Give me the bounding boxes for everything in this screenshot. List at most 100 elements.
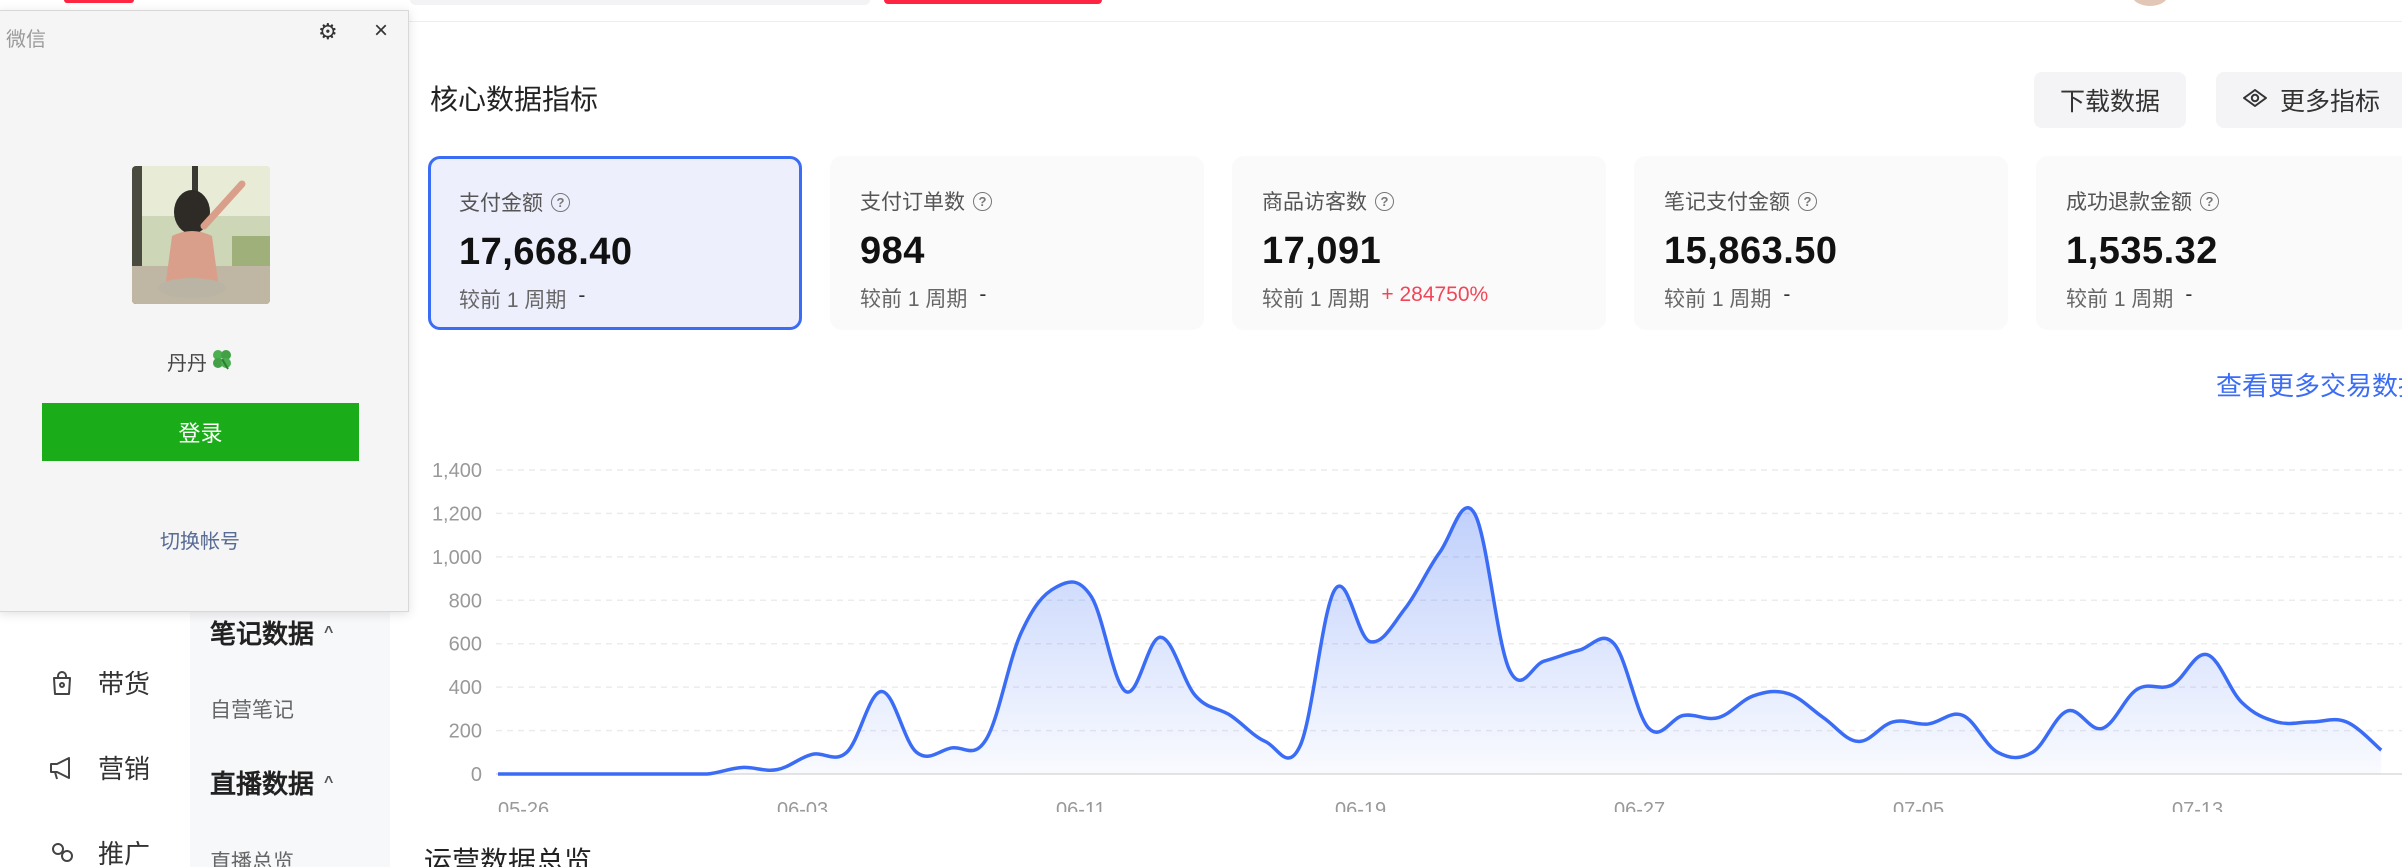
metric-value: 17,668.40 bbox=[459, 231, 633, 273]
metric-card-note-payment[interactable]: 笔记支付金额 ? 15,863.50 较前 1 周期 - bbox=[1634, 156, 2008, 330]
help-icon[interactable]: ? bbox=[551, 192, 570, 212]
data-point bbox=[1960, 712, 1966, 718]
metric-value: 1,535.32 bbox=[2066, 230, 2218, 272]
compare-label: 较前 1 周期 bbox=[860, 288, 968, 311]
metric-card-visitor-count[interactable]: 商品访客数 ? 17,091 较前 1 周期 + 284750% bbox=[1232, 156, 1606, 330]
y-tick-label: 1,400 bbox=[432, 460, 482, 482]
data-point bbox=[2239, 699, 2245, 705]
data-point bbox=[2064, 708, 2070, 714]
switch-account-link[interactable]: 切换帐号 bbox=[0, 525, 400, 554]
sidebar-item-sales[interactable]: 带货 bbox=[48, 664, 150, 701]
help-icon[interactable]: ? bbox=[1375, 191, 1394, 211]
data-point bbox=[914, 749, 920, 755]
user-avatar[interactable] bbox=[2132, 0, 2168, 6]
data-point bbox=[1820, 715, 1826, 721]
x-tick-label: 06-19 bbox=[1335, 799, 1386, 812]
metric-card-refund-amount[interactable]: 成功退款金额 ? 1,535.32 较前 1 周期 - bbox=[2036, 156, 2402, 330]
close-icon[interactable]: × bbox=[374, 17, 388, 45]
y-tick-label: 800 bbox=[449, 590, 482, 612]
metric-card-order-count[interactable]: 支付订单数 ? 984 较前 1 周期 - bbox=[830, 156, 1204, 330]
data-point bbox=[2343, 719, 2349, 725]
user-avatar bbox=[132, 166, 270, 304]
brand-logo[interactable] bbox=[64, 0, 134, 3]
bag-icon bbox=[48, 669, 76, 697]
data-point bbox=[844, 749, 850, 755]
x-tick-label: 06-03 bbox=[777, 799, 828, 812]
metric-label-row: 支付订单数 ? bbox=[860, 186, 1174, 216]
compare-label: 较前 1 周期 bbox=[459, 289, 567, 312]
metric-label: 笔记支付金额 bbox=[1664, 191, 1790, 214]
data-point bbox=[495, 771, 501, 777]
data-point bbox=[1925, 721, 1931, 727]
section-title: 核心数据指标 bbox=[430, 84, 599, 115]
main-content: 核心数据指标 下载数据 更多指标 支付金额 ? 17,668.40 较前 1 周… bbox=[390, 22, 2402, 867]
subnav-item-live-overview[interactable]: 直播总览 bbox=[210, 846, 294, 867]
metric-label-row: 支付金额 ? bbox=[459, 187, 771, 217]
data-point bbox=[1053, 584, 1059, 590]
metric-compare: 较前 1 周期 - bbox=[2066, 283, 2380, 313]
eye-icon bbox=[2242, 86, 2268, 115]
x-tick-label: 05-26 bbox=[498, 799, 549, 812]
more-transaction-data-link[interactable]: 查看更多交易数据 bbox=[2216, 366, 2402, 403]
data-point bbox=[2169, 682, 2175, 688]
y-tick-label: 200 bbox=[449, 721, 482, 743]
data-point bbox=[1716, 715, 1722, 721]
data-point bbox=[2274, 719, 2280, 725]
user-name-text: 丹丹 bbox=[167, 353, 207, 375]
compare-value: - bbox=[578, 284, 586, 307]
data-point bbox=[1088, 593, 1094, 599]
data-point bbox=[1193, 693, 1199, 699]
metric-card-payment-amount[interactable]: 支付金额 ? 17,668.40 较前 1 周期 - bbox=[428, 156, 802, 330]
data-point bbox=[1611, 641, 1617, 647]
data-point bbox=[1402, 606, 1408, 612]
help-icon[interactable]: ? bbox=[973, 191, 992, 211]
data-point bbox=[1995, 749, 2001, 755]
operations-overview-title: 运营数据总览 bbox=[424, 846, 593, 867]
subnav-section-live-data[interactable]: 直播数据 ^ bbox=[210, 764, 333, 801]
settings-gear-icon[interactable]: ⚙ bbox=[318, 19, 338, 45]
login-button[interactable]: 登录 bbox=[42, 403, 359, 461]
more-metrics-button[interactable]: 更多指标 bbox=[2216, 72, 2402, 128]
data-point bbox=[1751, 693, 1757, 699]
metric-label: 成功退款金额 bbox=[2066, 191, 2192, 214]
data-point bbox=[2204, 652, 2210, 658]
subnav-item-own-notes[interactable]: 自营笔记 bbox=[210, 694, 294, 724]
download-data-button[interactable]: 下载数据 bbox=[2034, 72, 2186, 128]
y-tick-label: 600 bbox=[449, 634, 482, 656]
data-point bbox=[1646, 725, 1652, 731]
data-point bbox=[1367, 639, 1373, 645]
data-point bbox=[774, 767, 780, 773]
chevron-up-icon: ^ bbox=[324, 623, 334, 641]
metric-label: 商品访客数 bbox=[1262, 191, 1367, 214]
x-tick-label: 06-27 bbox=[1614, 799, 1665, 812]
subnav-section-label: 笔记数据 bbox=[210, 619, 315, 649]
subnav-section-notes-data[interactable]: 笔记数据 ^ bbox=[210, 614, 333, 651]
x-tick-label: 06-11 bbox=[1056, 799, 1106, 812]
chevron-up-icon: ^ bbox=[324, 773, 334, 791]
data-point bbox=[669, 771, 675, 777]
chart-area bbox=[498, 507, 2382, 774]
sidebar-item-marketing[interactable]: 营销 bbox=[48, 749, 150, 786]
wechat-login-window: 微信 ⚙ × 丹丹 登录 切换帐号 bbox=[0, 10, 409, 612]
data-point bbox=[1785, 691, 1791, 697]
compare-value: - bbox=[979, 283, 987, 306]
compare-label: 较前 1 周期 bbox=[1664, 288, 1772, 311]
data-point bbox=[1681, 712, 1687, 718]
compare-label: 较前 1 周期 bbox=[2066, 288, 2174, 311]
data-point bbox=[565, 771, 571, 777]
data-point bbox=[1541, 658, 1547, 664]
search-input[interactable] bbox=[410, 0, 870, 5]
sidebar-item-label: 推广 bbox=[98, 839, 151, 867]
help-icon[interactable]: ? bbox=[1798, 191, 1817, 211]
data-point bbox=[635, 771, 641, 777]
y-tick-label: 400 bbox=[449, 677, 482, 699]
publish-button[interactable] bbox=[884, 0, 1102, 4]
metric-label-row: 商品访客数 ? bbox=[1262, 186, 1576, 216]
help-icon[interactable]: ? bbox=[2200, 191, 2219, 211]
metric-compare: 较前 1 周期 + 284750% bbox=[1262, 283, 1576, 313]
compare-value: - bbox=[2185, 283, 2193, 306]
data-point bbox=[1227, 712, 1233, 718]
sidebar-item-promotion[interactable]: 推广 bbox=[48, 834, 150, 867]
data-point bbox=[1472, 510, 1478, 516]
sidebar-item-label: 营销 bbox=[98, 754, 151, 784]
